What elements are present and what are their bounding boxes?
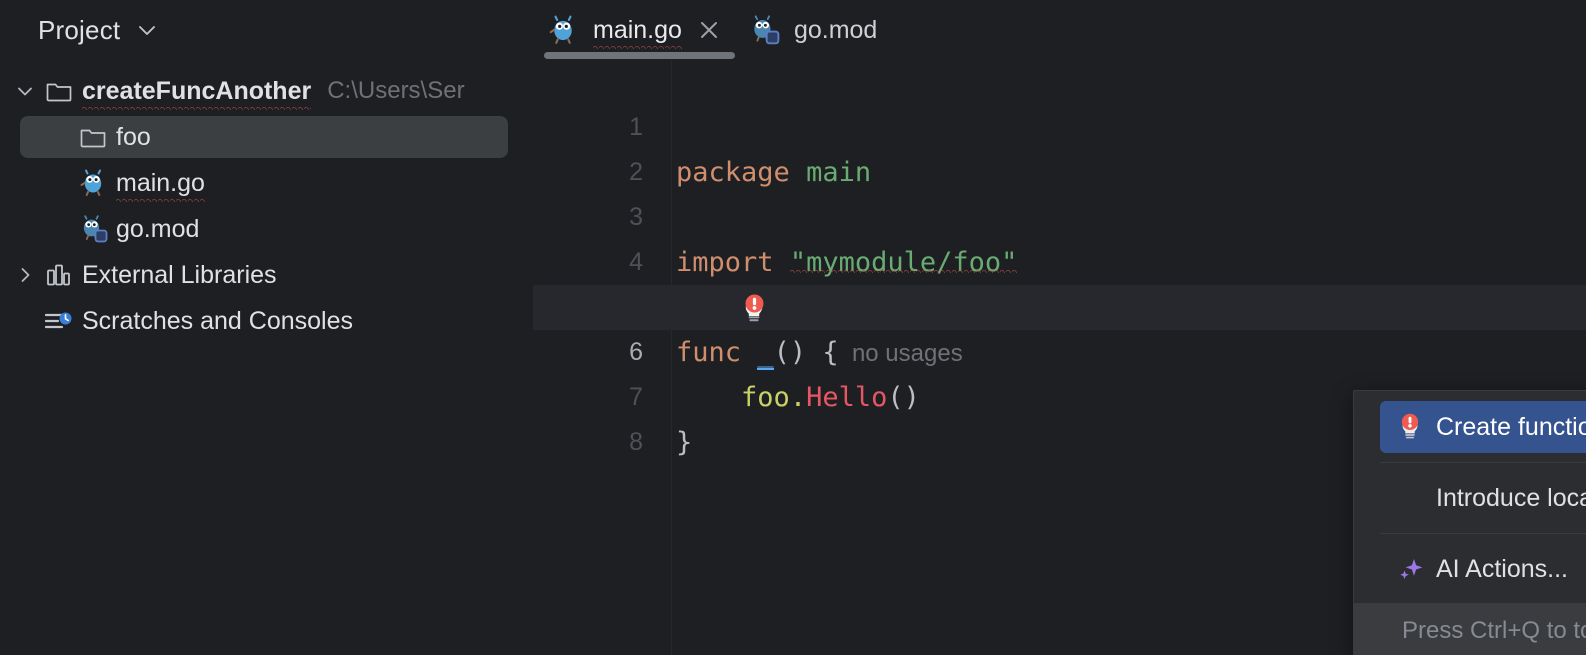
error-bulb-icon [1384, 410, 1436, 444]
editor-pane: main.go [533, 0, 1586, 655]
chevron-down-icon[interactable] [8, 81, 42, 101]
tree-item-external-libraries[interactable]: External Libraries [0, 252, 533, 298]
chevron-right-icon[interactable] [8, 265, 42, 285]
close-icon[interactable] [696, 17, 722, 43]
tree-item-createfuncanother[interactable]: createFuncAnother C:\Users\Ser [0, 68, 533, 114]
popup-footer-hint: Press Ctrl+Q to toggle preview [1354, 603, 1586, 655]
tree-item-foo[interactable]: foo [0, 114, 533, 160]
tree-item-scratches-and-consoles[interactable]: Scratches and Consoles [0, 298, 533, 344]
tree-item-label: Scratches and Consoles [82, 307, 353, 336]
ai-sparkle-icon [1384, 552, 1436, 586]
code-line[interactable]: 3 import "mymodule/foo" [533, 150, 1586, 195]
tree-item-go-mod[interactable]: go.mod [0, 206, 533, 252]
popup-item-label: Create function 'Hello' [1436, 413, 1586, 442]
popup-item-ai-actions[interactable]: AI Actions... [1380, 543, 1586, 595]
project-tree: createFuncAnother C:\Users\Ser foo [0, 60, 533, 344]
tree-item-path: C:\Users\Ser [327, 77, 464, 105]
editor-tab-go-mod[interactable]: go.mod [734, 0, 889, 60]
editor-tab-label: main.go [593, 16, 682, 45]
popup-item-label: Introduce local variable [1436, 484, 1586, 513]
folder-icon [76, 125, 110, 149]
library-icon [42, 262, 76, 288]
code-line[interactable]: 5 func _() { no usages [533, 240, 1586, 285]
popup-item-label: AI Actions... [1436, 555, 1568, 584]
tree-item-label: go.mod [116, 215, 199, 244]
popup-item-create-function[interactable]: Create function 'Hello' [1380, 401, 1586, 453]
active-tab-indicator [544, 52, 735, 59]
editor-tab-main-go[interactable]: main.go [533, 0, 734, 60]
project-tool-window-header[interactable]: Project [0, 0, 533, 60]
tree-item-label: createFuncAnother [82, 77, 311, 106]
scratches-icon [42, 308, 76, 334]
chevron-down-icon[interactable] [136, 19, 158, 41]
popup-separator [1380, 533, 1586, 534]
popup-separator [1380, 462, 1586, 463]
intention-actions-popup: Create function 'Hello' Introduce local … [1353, 390, 1586, 655]
folder-icon [42, 79, 76, 103]
tree-item-main-go[interactable]: main.go [0, 160, 533, 206]
go-file-icon [76, 169, 110, 197]
go-mod-file-icon [748, 15, 780, 45]
page-title: Project [38, 15, 120, 46]
ide-window: Project createFuncAnother [0, 0, 1586, 655]
popup-item-introduce-local-variable[interactable]: Introduce local variable [1380, 472, 1586, 524]
code-editor[interactable]: 1 package main 2 3 import "mymodule/foo"… [533, 60, 1586, 655]
editor-tabbar: main.go [533, 0, 1586, 60]
popup-footer-text: Press Ctrl+Q to toggle preview [1402, 617, 1586, 645]
code-line[interactable]: 1 package main [533, 60, 1586, 105]
line-number: 8 [533, 420, 643, 465]
go-mod-file-icon [76, 215, 110, 243]
tree-item-label: foo [116, 123, 151, 152]
code-line[interactable]: 2 [533, 105, 1586, 150]
code-line[interactable]: 4 [533, 195, 1586, 240]
go-file-icon [547, 15, 579, 45]
tree-item-label: External Libraries [82, 261, 277, 290]
error-bulb-icon[interactable] [541, 246, 772, 386]
project-sidebar: Project createFuncAnother [0, 0, 533, 655]
tree-item-label: main.go [116, 169, 205, 198]
editor-tab-label: go.mod [794, 16, 877, 45]
popup-items: Create function 'Hello' Introduce local … [1354, 391, 1586, 603]
